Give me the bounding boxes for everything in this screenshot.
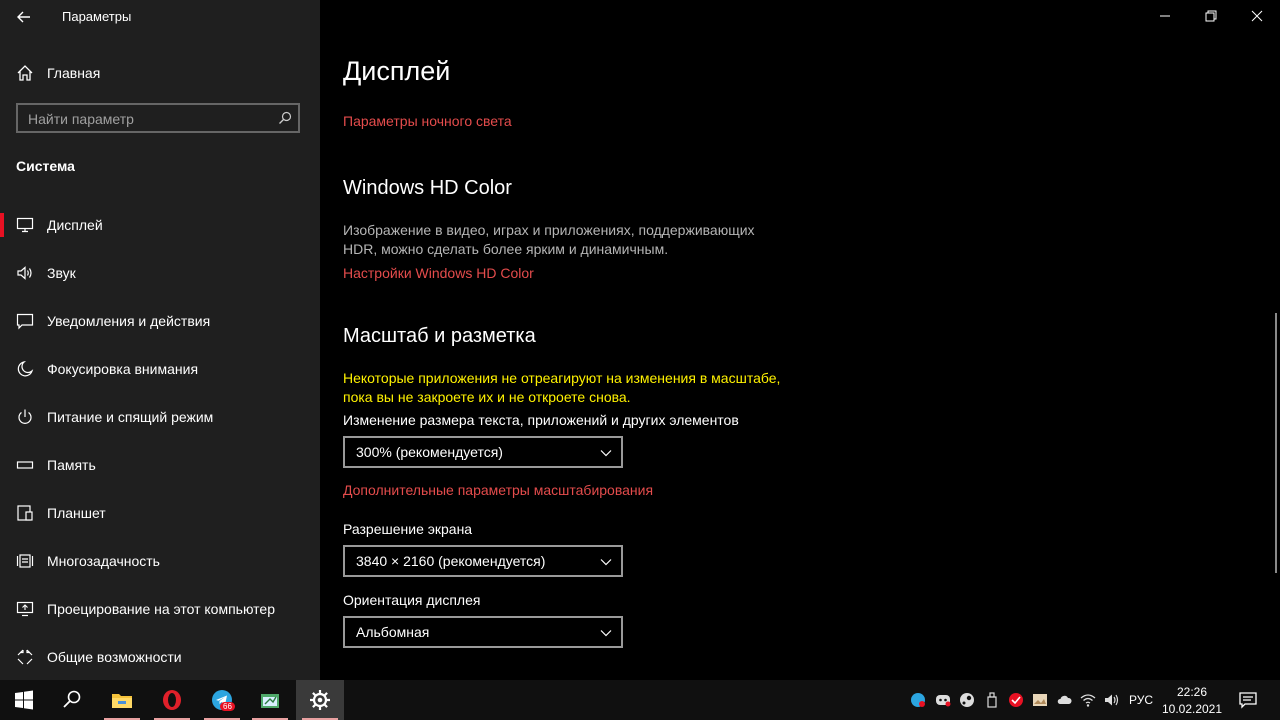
sidebar-item-label: Звук <box>47 265 76 281</box>
search-icon <box>63 690 81 708</box>
advanced-scaling-link[interactable]: Дополнительные параметры масштабирования <box>343 482 653 498</box>
title-bar: Параметры <box>0 0 320 34</box>
close-button[interactable] <box>1234 0 1280 32</box>
action-center-icon[interactable] <box>1238 690 1258 710</box>
sidebar-item-shared-experiences[interactable]: Общие возможности <box>0 637 320 677</box>
home-label: Главная <box>47 65 101 81</box>
home-link[interactable]: Главная <box>16 60 100 86</box>
orientation-value: Альбомная <box>356 624 430 640</box>
scale-value: 300% (рекомендуется) <box>356 444 503 460</box>
cloud-tray-icon[interactable] <box>1056 692 1072 708</box>
search-input[interactable]: Найти параметр <box>16 103 300 133</box>
clock-date: 10.02.2021 <box>1161 702 1223 716</box>
sidebar: Параметры Главная Найти параметр Система… <box>0 0 320 680</box>
sidebar-item-focus-assist[interactable]: Фокусировка внимания <box>0 349 320 389</box>
sidebar-item-label: Общие возможности <box>47 649 182 665</box>
photo-tray-icon[interactable] <box>1032 692 1048 708</box>
antivirus-tray-icon[interactable] <box>1008 692 1024 708</box>
start-button[interactable] <box>0 680 48 720</box>
scale-warning: Некоторые приложения не отреагируют на и… <box>343 370 781 405</box>
telegram-tray-icon[interactable] <box>910 692 926 708</box>
chevron-down-icon <box>600 450 612 457</box>
page-title: Дисплей <box>343 56 451 86</box>
back-arrow-icon[interactable] <box>14 7 34 27</box>
scale-dropdown[interactable]: 300% (рекомендуется) <box>343 436 623 468</box>
hdr-section-title: Windows HD Color <box>343 177 512 199</box>
chevron-down-icon <box>600 630 612 637</box>
sidebar-item-label: Уведомления и действия <box>47 313 211 329</box>
storage-icon <box>16 461 34 469</box>
sidebar-item-label: Многозадачность <box>47 553 160 569</box>
scale-section-title: Масштаб и разметка <box>343 325 536 347</box>
restore-button[interactable] <box>1188 0 1234 32</box>
network-tray-icon[interactable] <box>1080 692 1096 708</box>
search-placeholder: Найти параметр <box>28 111 134 127</box>
file-explorer-button[interactable] <box>98 680 146 720</box>
usb-tray-icon[interactable] <box>984 692 1000 708</box>
app-button[interactable] <box>246 680 294 720</box>
sidebar-item-label: Фокусировка внимания <box>47 361 199 377</box>
discord-tray-icon[interactable] <box>935 692 951 708</box>
telegram-badge: 66 <box>220 702 235 711</box>
close-icon <box>1251 10 1263 22</box>
tablet-icon <box>17 505 33 521</box>
resolution-label: Разрешение экрана <box>343 521 473 537</box>
orientation-label: Ориентация дисплея <box>343 592 481 608</box>
night-light-settings-link[interactable]: Параметры ночного света <box>343 113 512 129</box>
file-explorer-icon <box>112 694 132 708</box>
restore-icon <box>1205 10 1217 22</box>
opera-icon <box>163 690 181 710</box>
sidebar-item-label: Проецирование на этот компьютер <box>47 601 275 617</box>
speaker-icon <box>17 266 32 280</box>
clock-time: 22:26 <box>1176 685 1208 699</box>
section-title: Система <box>16 158 75 174</box>
clock[interactable]: 22:26 10.02.2021 <box>1160 684 1224 718</box>
projecting-icon <box>16 601 34 617</box>
resolution-dropdown[interactable]: 3840 × 2160 (рекомендуется) <box>343 545 623 577</box>
orientation-dropdown[interactable]: Альбомная <box>343 616 623 648</box>
language-indicator[interactable]: РУС <box>1129 693 1153 707</box>
sidebar-item-label: Дисплей <box>47 217 103 233</box>
hdr-settings-link[interactable]: Настройки Windows HD Color <box>343 265 534 281</box>
multitasking-icon <box>16 554 34 568</box>
taskbar: 66 <box>0 680 1280 720</box>
hdr-description: Изображение в видео, играх и приложениях… <box>343 222 755 257</box>
moon-icon <box>17 360 34 377</box>
chevron-down-icon <box>600 559 612 566</box>
home-icon <box>17 65 33 81</box>
taskbar-search-button[interactable] <box>48 680 96 720</box>
shared-experiences-icon <box>17 649 33 665</box>
sidebar-item-sound[interactable]: Звук <box>0 253 320 293</box>
app-title: Параметры <box>62 9 132 24</box>
sidebar-item-projecting[interactable]: Проецирование на этот компьютер <box>0 589 320 629</box>
app-icon <box>261 694 279 708</box>
minimize-icon <box>1160 15 1170 17</box>
sidebar-item-label: Питание и спящий режим <box>47 409 214 425</box>
sidebar-item-storage[interactable]: Память <box>0 445 320 485</box>
notification-icon <box>16 313 34 330</box>
sidebar-item-display[interactable]: Дисплей <box>0 205 320 245</box>
power-icon <box>18 409 32 424</box>
sidebar-item-notifications[interactable]: Уведомления и действия <box>0 301 320 341</box>
opera-button[interactable] <box>148 680 196 720</box>
sidebar-item-multitasking[interactable]: Многозадачность <box>0 541 320 581</box>
scale-size-label: Изменение размера текста, приложений и д… <box>343 412 739 428</box>
resolution-value: 3840 × 2160 (рекомендуется) <box>356 553 546 569</box>
sidebar-item-label: Планшет <box>47 505 106 521</box>
volume-tray-icon[interactable] <box>1104 692 1120 708</box>
monitor-icon <box>16 217 34 233</box>
telegram-button[interactable] <box>198 680 246 720</box>
scrollbar[interactable] <box>1275 313 1277 573</box>
steam-tray-icon[interactable] <box>959 692 975 708</box>
minimize-button[interactable] <box>1142 0 1188 32</box>
settings-gear-icon <box>310 690 330 710</box>
sidebar-item-label: Память <box>47 457 96 473</box>
sidebar-item-tablet[interactable]: Планшет <box>0 493 320 533</box>
search-icon[interactable] <box>278 111 292 125</box>
start-icon <box>15 690 33 710</box>
settings-button[interactable] <box>296 680 344 720</box>
sidebar-item-power[interactable]: Питание и спящий режим <box>0 397 320 437</box>
